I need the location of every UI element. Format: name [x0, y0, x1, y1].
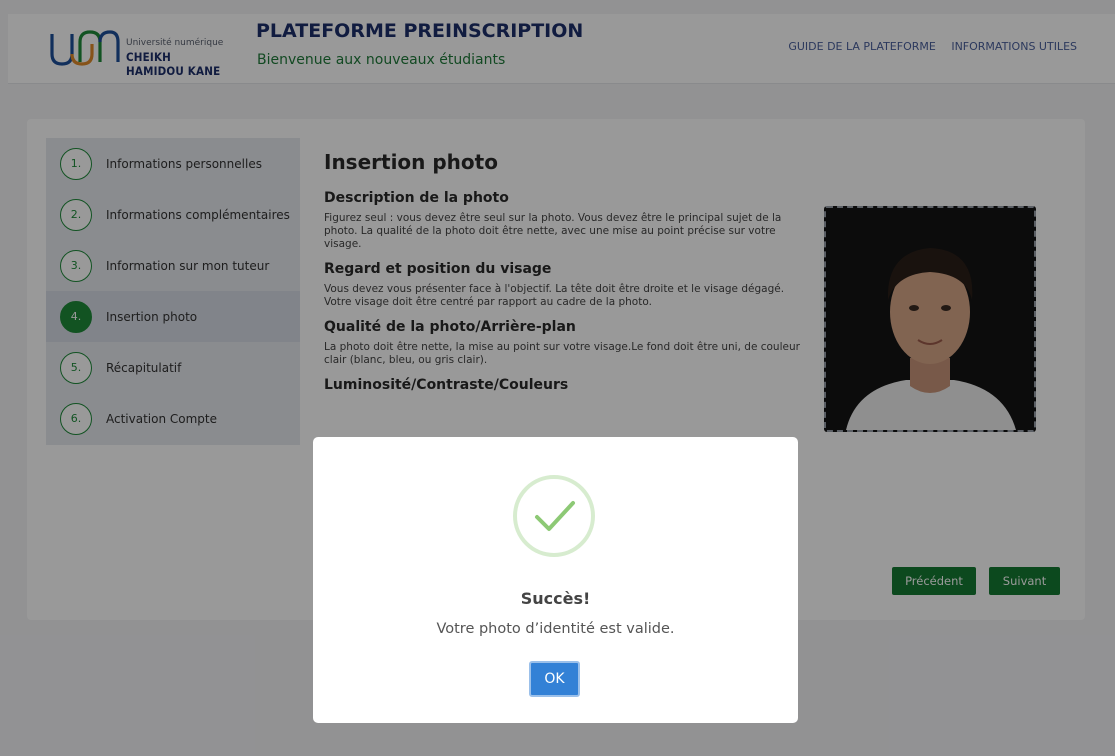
ok-button[interactable]: OK	[529, 661, 580, 697]
checkmark-icon	[535, 501, 575, 531]
success-icon	[513, 475, 595, 557]
dialog-title: Succès!	[520, 589, 591, 608]
success-dialog: Succès! Votre photo d’identité est valid…	[313, 437, 798, 723]
dialog-message: Votre photo d’identité est valide.	[436, 621, 675, 637]
